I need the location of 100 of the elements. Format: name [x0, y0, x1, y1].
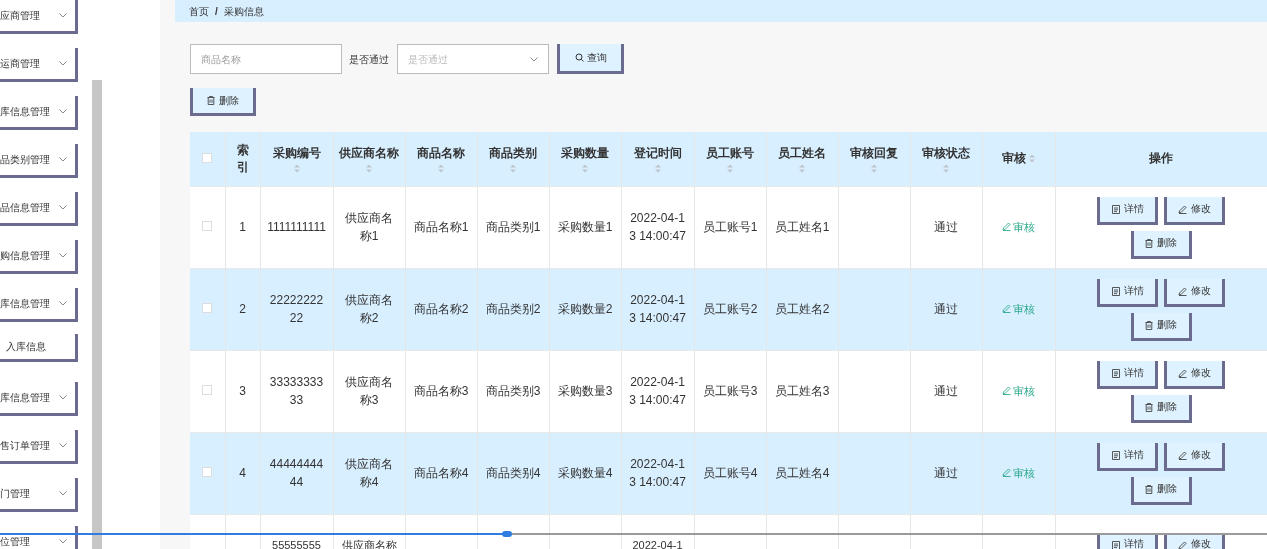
detail-button[interactable]: 详情 [1097, 360, 1159, 389]
table-row[interactable]: 1 1111111111 供应商名称1 商品名称1 商品类别1 采购数量1 2022-04-13 14:00:47 员工账号1 员工姓名1 通过 审核 详情 修改 删除 [190, 186, 1267, 268]
table-cell: 采购数量3 [557, 384, 613, 398]
column-header[interactable]: 商品名称 [417, 144, 465, 162]
table-cell: 商品名称2 [413, 302, 469, 316]
sort-icon[interactable] [727, 163, 733, 173]
breadcrumb-link[interactable]: 采购信息 [223, 3, 264, 19]
delete-button[interactable]: 删除 [190, 88, 256, 116]
seek-handle[interactable] [501, 531, 512, 537]
column-header[interactable]: 员工账号 [706, 144, 754, 162]
table-row[interactable]: 2 2222222222 供应商名称2 商品名称2 商品类别2 采购数量2 2022-04-13 14:00:47 员工账号2 员工姓名2 通过 审核 详情 修改 删除 [190, 268, 1267, 350]
detail-button[interactable]: 详情 [1097, 278, 1159, 307]
sort-icon[interactable] [293, 163, 300, 173]
delete-button[interactable]: 删除 [1130, 312, 1192, 341]
search-field[interactable]: 商品名称 [190, 44, 342, 74]
sort-icon[interactable] [366, 163, 372, 173]
checkbox[interactable] [202, 303, 213, 313]
column-header[interactable]: 供应商名称 [339, 144, 399, 162]
chevron-down-icon [530, 56, 538, 62]
chevron-down-icon [59, 61, 67, 66]
table-cell: 员工账号1 [702, 220, 758, 234]
checkbox[interactable] [202, 152, 213, 163]
edit-button[interactable]: 修改 [1164, 196, 1226, 225]
table-cell: 员工姓名2 [774, 302, 830, 316]
table-row[interactable]: 3 3333333333 供应商名称3 商品名称3 商品类别3 采购数量3 2022-04-13 14:00:47 员工账号3 员工姓名3 通过 审核 详情 修改 删除 [190, 350, 1267, 432]
breadcrumb-separator: / [215, 4, 218, 19]
query-button[interactable]: 查询 [557, 44, 624, 74]
table-cell: 1111111111 [267, 220, 326, 234]
column-header[interactable]: 操作 [1149, 150, 1173, 168]
table-cell: 供应商名称2 [345, 293, 393, 325]
column-header[interactable]: 审核回复 [850, 144, 898, 162]
table-cell: 通过 [934, 220, 958, 234]
sidebar-menu-item[interactable]: 库信息管理 [0, 96, 78, 130]
sidebar-menu-item[interactable]: 库信息管理 [0, 288, 78, 322]
table-cell: 供应商名称1 [345, 211, 393, 243]
table-row[interactable]: 4 4444444444 供应商名称4 商品名称4 商品类别4 采购数量4 2022-04-13 14:00:47 员工账号4 员工姓名4 通过 审核 详情 修改 删除 [190, 432, 1267, 514]
delete-button[interactable]: 删除 [1130, 394, 1192, 423]
detail-button[interactable]: 详情 [1097, 442, 1159, 471]
sort-icon[interactable] [1029, 154, 1035, 164]
table-cell: 商品名称1 [413, 220, 469, 234]
sidebar-menu-item[interactable]: 位管理 [0, 526, 78, 549]
detail-button[interactable]: 详情 [1097, 196, 1159, 225]
column-header[interactable]: 采购编号 [272, 144, 321, 162]
chevron-down-icon [59, 491, 67, 496]
sort-icon[interactable] [510, 163, 516, 173]
checkbox[interactable] [202, 221, 213, 231]
sort-icon[interactable] [799, 163, 805, 173]
column-header[interactable]: 索引 [236, 141, 249, 176]
table-cell: 员工姓名4 [774, 466, 830, 480]
trash-icon [1145, 238, 1154, 248]
chevron-down-icon [59, 253, 67, 258]
table-cell: 员工账号2 [702, 302, 758, 316]
column-header[interactable]: 采购数量 [561, 144, 609, 162]
sidebar-menu-item[interactable]: 品类别管理 [0, 144, 78, 178]
edit-button[interactable]: 修改 [1164, 360, 1226, 389]
sort-icon[interactable] [438, 163, 444, 173]
sort-icon[interactable] [871, 163, 877, 173]
pen-icon [1178, 450, 1188, 460]
sort-icon[interactable] [654, 163, 661, 173]
column-header[interactable]: 员工姓名 [778, 144, 826, 162]
table-cell: 3333333333 [269, 375, 324, 407]
sidebar-submenu-item[interactable]: 入库信息 [0, 334, 78, 362]
column-header[interactable]: 审核 [1002, 150, 1026, 168]
sidebar-menu-item[interactable]: 购信息管理 [0, 240, 78, 274]
document-icon [1111, 450, 1120, 460]
document-icon [1111, 204, 1120, 214]
sidebar-menu-item[interactable]: 品信息管理 [0, 192, 78, 226]
table-cell: 4 [239, 466, 246, 480]
delete-button[interactable]: 删除 [1130, 476, 1192, 505]
chevron-down-icon [59, 539, 67, 544]
table-cell: 商品类别4 [485, 466, 541, 480]
table-cell: 4444444444 [269, 457, 324, 489]
sidebar-menu-item[interactable]: 门管理 [0, 478, 78, 512]
chevron-down-icon [59, 301, 67, 306]
document-icon [1111, 540, 1120, 549]
column-header[interactable]: 商品类别 [489, 144, 537, 162]
checkbox[interactable] [202, 385, 213, 395]
sort-icon[interactable] [582, 163, 588, 173]
chevron-down-icon [59, 395, 67, 400]
table-cell: 员工账号4 [702, 466, 758, 480]
edit-button[interactable]: 修改 [1164, 278, 1226, 307]
checkbox[interactable] [202, 467, 213, 477]
breadcrumb-link[interactable]: 首页 [189, 3, 209, 19]
pen-icon [1178, 368, 1188, 378]
sidebar-menu-item[interactable]: 运商管理 [0, 48, 78, 82]
sort-icon[interactable] [943, 163, 949, 173]
column-header[interactable]: 登记时间 [633, 144, 682, 162]
table-cell: 采购数量2 [557, 302, 613, 316]
column-header[interactable]: 审核状态 [922, 144, 970, 162]
table-cell: 1 [239, 220, 246, 234]
table-cell: 2022-04-13 14:00:47 [629, 457, 686, 489]
sidebar-menu-item[interactable]: 应商管理 [0, 0, 78, 34]
table-cell: 商品类别2 [485, 302, 541, 316]
table-cell: 供应商名称4 [345, 457, 393, 489]
edit-button[interactable]: 修改 [1164, 442, 1226, 471]
table-cell: 员工姓名3 [774, 384, 830, 398]
sidebar-menu-item[interactable]: 售订单管理 [0, 430, 78, 464]
sidebar-menu-item[interactable]: 库信息管理 [0, 382, 78, 416]
delete-button[interactable]: 删除 [1130, 230, 1192, 259]
sidebar-scrollbar[interactable] [92, 80, 102, 549]
